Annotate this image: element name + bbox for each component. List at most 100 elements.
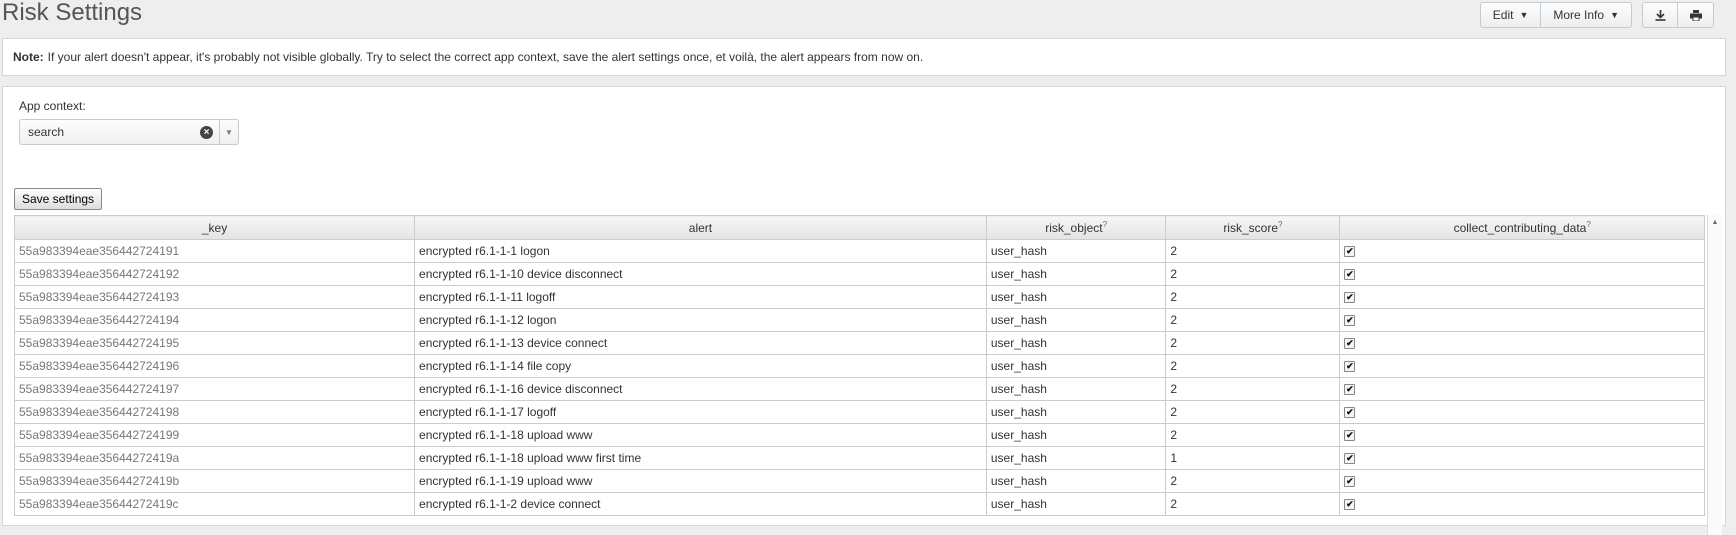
collect-checkbox[interactable]: ✔ [1344, 361, 1356, 373]
chevron-down-icon: ▼ [1519, 10, 1529, 20]
key-cell[interactable]: 55a983394eae356442724191 [14, 239, 416, 263]
column-header-alert[interactable]: alert [414, 215, 987, 240]
risk-object-cell[interactable]: user_hash [985, 423, 1167, 447]
risk-score-cell[interactable]: 2 [1165, 239, 1341, 263]
dropdown-arrow-icon[interactable]: ▼ [219, 120, 238, 144]
more-info-label: More Info [1553, 8, 1605, 22]
risk-score-cell[interactable]: 2 [1165, 308, 1341, 332]
risk-score-cell[interactable]: 2 [1165, 492, 1341, 516]
collect-checkbox[interactable]: ✔ [1344, 292, 1356, 304]
print-button[interactable] [1678, 2, 1714, 28]
collect-checkbox[interactable]: ✔ [1344, 476, 1356, 488]
export-group [1642, 2, 1714, 28]
collect-cell: ✔ [1339, 469, 1705, 493]
risk-score-cell[interactable]: 2 [1165, 262, 1341, 286]
app-context-select[interactable]: search × ▼ [19, 119, 239, 145]
help-marker[interactable]: ? [1278, 220, 1282, 229]
key-cell[interactable]: 55a983394eae35644272419b [14, 469, 416, 493]
edit-more-group: Edit ▼ More Info ▼ [1479, 2, 1632, 28]
key-cell[interactable]: 55a983394eae356442724198 [14, 400, 416, 424]
key-cell[interactable]: 55a983394eae356442724199 [14, 423, 416, 447]
alert-cell[interactable]: encrypted r6.1-1-18 upload www first tim… [414, 446, 987, 470]
collect-checkbox[interactable]: ✔ [1344, 499, 1356, 511]
risk-object-cell[interactable]: user_hash [985, 331, 1167, 355]
download-button[interactable] [1642, 2, 1678, 28]
table-row: 55a983394eae35644272419c encrypted r6.1-1… [14, 492, 1705, 516]
collect-checkbox[interactable]: ✔ [1344, 430, 1356, 442]
collect-cell: ✔ [1339, 262, 1705, 286]
table-row: 55a983394eae356442724192 encrypted r6.1-1… [14, 262, 1705, 286]
key-cell[interactable]: 55a983394eae356442724193 [14, 285, 416, 309]
column-header-key[interactable]: _key [14, 215, 416, 240]
alert-cell[interactable]: encrypted r6.1-1-16 device disconnect [414, 377, 987, 401]
column-header-label: alert [688, 220, 713, 235]
key-cell[interactable]: 55a983394eae356442724192 [14, 262, 416, 286]
risk-score-cell[interactable]: 2 [1165, 354, 1341, 378]
key-cell[interactable]: 55a983394eae356442724196 [14, 354, 416, 378]
scroll-up-icon[interactable]: ▲ [1708, 219, 1722, 226]
collect-checkbox[interactable]: ✔ [1344, 384, 1356, 396]
alert-cell[interactable]: encrypted r6.1-1-13 device connect [414, 331, 987, 355]
risk-score-cell[interactable]: 2 [1165, 377, 1341, 401]
collect-checkbox[interactable]: ✔ [1344, 269, 1356, 281]
risk-score-cell[interactable]: 2 [1165, 423, 1341, 447]
alert-cell[interactable]: encrypted r6.1-1-10 device disconnect [414, 262, 987, 286]
risk-object-cell[interactable]: user_hash [985, 308, 1167, 332]
risk-score-cell[interactable]: 1 [1165, 446, 1341, 470]
key-cell[interactable]: 55a983394eae35644272419c [14, 492, 416, 516]
key-cell[interactable]: 55a983394eae35644272419a [14, 446, 416, 470]
risk-object-cell[interactable]: user_hash [985, 492, 1167, 516]
alert-cell[interactable]: encrypted r6.1-1-17 logoff [414, 400, 987, 424]
note-banner: Note: If your alert doesn't appear, it's… [2, 38, 1726, 76]
app-context-label: App context: [19, 99, 86, 113]
alert-cell[interactable]: encrypted r6.1-1-14 file copy [414, 354, 987, 378]
risk-score-cell[interactable]: 2 [1165, 469, 1341, 493]
collect-checkbox[interactable]: ✔ [1344, 338, 1356, 350]
alert-cell[interactable]: encrypted r6.1-1-12 logon [414, 308, 987, 332]
alert-cell[interactable]: encrypted r6.1-1-1 logon [414, 239, 987, 263]
key-cell[interactable]: 55a983394eae356442724194 [14, 308, 416, 332]
chevron-down-icon: ▼ [1610, 10, 1619, 20]
collect-cell: ✔ [1339, 377, 1705, 401]
help-marker[interactable]: ? [1586, 220, 1590, 229]
risk-object-cell[interactable]: user_hash [985, 400, 1167, 424]
collect-checkbox[interactable]: ✔ [1344, 453, 1356, 465]
collect-cell: ✔ [1339, 354, 1705, 378]
risk-object-cell[interactable]: user_hash [985, 469, 1167, 493]
save-settings-button[interactable]: Save settings [14, 188, 103, 210]
key-cell[interactable]: 55a983394eae356442724197 [14, 377, 416, 401]
column-header-risk-score[interactable]: risk_score? [1165, 215, 1341, 240]
app-context-value: search [28, 125, 65, 139]
collect-cell: ✔ [1339, 400, 1705, 424]
risk-score-cell[interactable]: 2 [1165, 331, 1341, 355]
collect-checkbox[interactable]: ✔ [1344, 246, 1356, 258]
alert-cell[interactable]: encrypted r6.1-1-2 device connect [414, 492, 987, 516]
risk-score-cell[interactable]: 2 [1165, 285, 1341, 309]
clear-icon[interactable]: × [200, 125, 213, 139]
table-row: 55a983394eae35644272419b encrypted r6.1-1… [14, 469, 1705, 493]
alert-cell[interactable]: encrypted r6.1-1-19 upload www [414, 469, 987, 493]
more-info-button[interactable]: More Info ▼ [1541, 2, 1632, 28]
collect-cell: ✔ [1339, 492, 1705, 516]
risk-object-cell[interactable]: user_hash [985, 354, 1167, 378]
risk-object-cell[interactable]: user_hash [985, 262, 1167, 286]
edit-button[interactable]: Edit ▼ [1479, 2, 1542, 28]
table-row: 55a983394eae356442724196 encrypted r6.1-1… [14, 354, 1705, 378]
risk-object-cell[interactable]: user_hash [985, 285, 1167, 309]
collect-checkbox[interactable]: ✔ [1344, 407, 1356, 419]
risk-object-cell[interactable]: user_hash [985, 239, 1167, 263]
risk-score-cell[interactable]: 2 [1165, 400, 1341, 424]
collect-checkbox[interactable]: ✔ [1344, 315, 1356, 327]
table-row: 55a983394eae356442724199 encrypted r6.1-1… [14, 423, 1705, 447]
help-marker[interactable]: ? [1103, 220, 1107, 229]
alert-cell[interactable]: encrypted r6.1-1-11 logoff [414, 285, 987, 309]
print-icon [1689, 9, 1702, 21]
risk-object-cell[interactable]: user_hash [985, 377, 1167, 401]
collect-cell: ✔ [1339, 446, 1705, 470]
alert-cell[interactable]: encrypted r6.1-1-18 upload www [414, 423, 987, 447]
vertical-scrollbar[interactable]: ▲ [1707, 215, 1722, 535]
risk-object-cell[interactable]: user_hash [985, 446, 1167, 470]
column-header-collect-contributing-data[interactable]: collect_contributing_data? [1339, 215, 1705, 240]
key-cell[interactable]: 55a983394eae356442724195 [14, 331, 416, 355]
column-header-risk-object[interactable]: risk_object? [985, 215, 1167, 240]
